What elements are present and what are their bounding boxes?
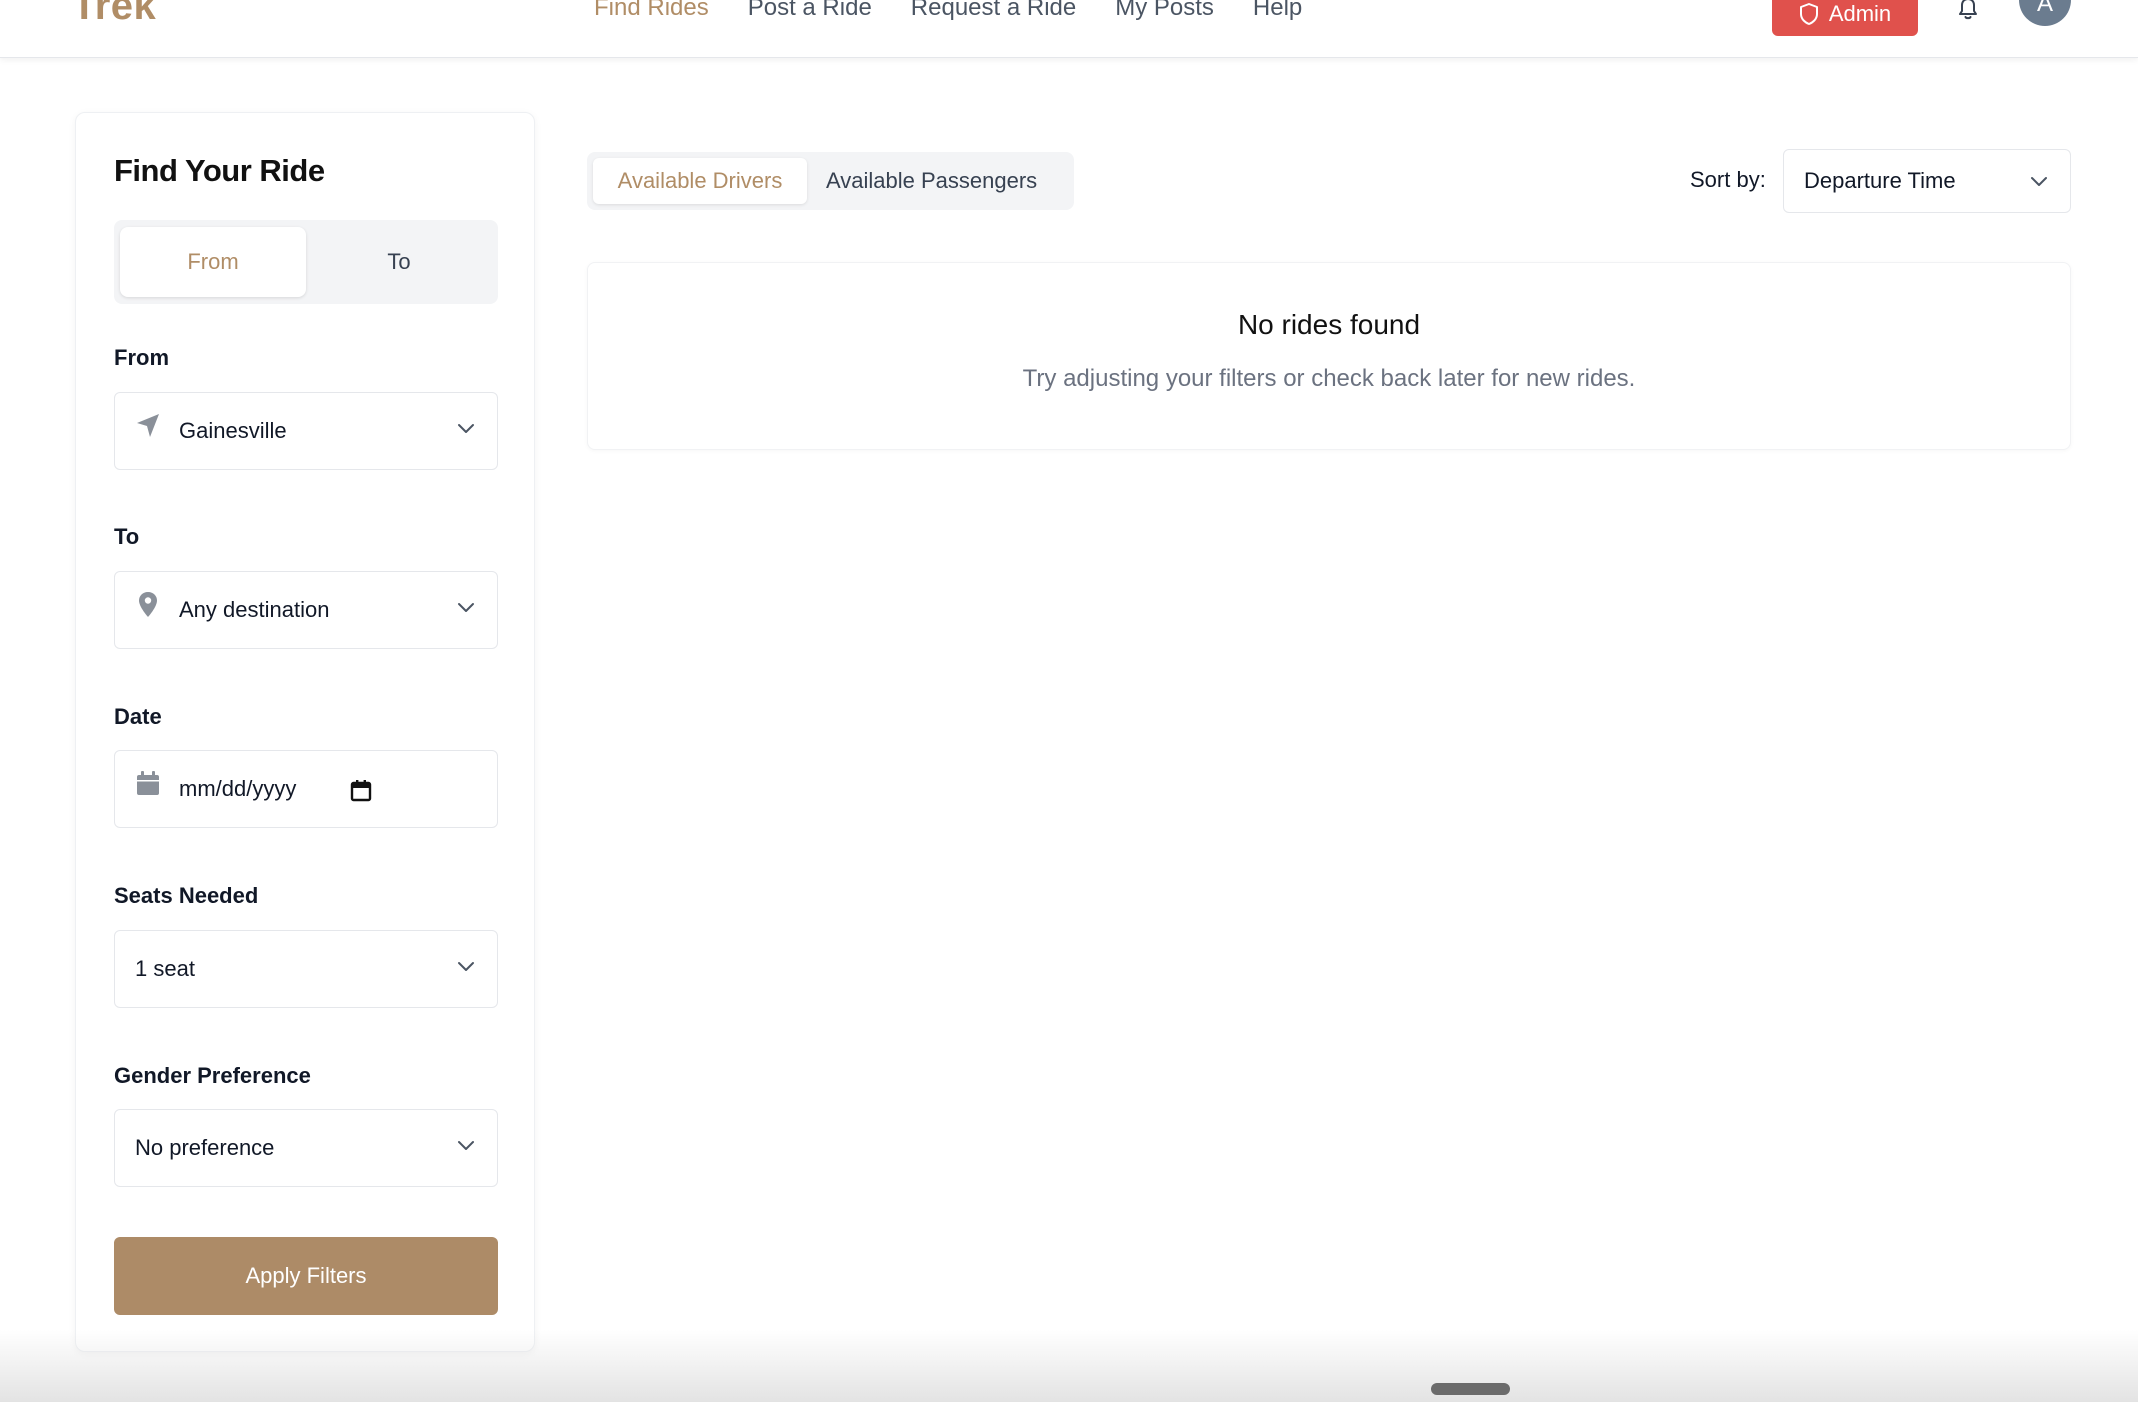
to-label: To (114, 524, 140, 549)
toggle-to[interactable]: To (306, 227, 492, 297)
map-pin-icon (139, 592, 157, 617)
chevron-down-icon (458, 424, 474, 433)
to-value: Any destination (179, 597, 330, 622)
main-nav: Find Rides Post a Ride Request a Ride My… (594, 0, 1302, 22)
filter-sidebar: Find Your Ride From To From Gainesville … (75, 112, 535, 1352)
to-select[interactable]: Any destination (114, 571, 498, 649)
from-select[interactable]: Gainesville (114, 392, 498, 470)
empty-subtitle: Try adjusting your filters or check back… (1022, 365, 1636, 392)
navigation-arrow-icon (137, 414, 159, 437)
nav-my-posts[interactable]: My Posts (1115, 0, 1214, 22)
results-tabs: Available Drivers Available Passengers (587, 152, 1074, 210)
calendar-icon (137, 771, 159, 795)
admin-button[interactable]: Admin (1772, 0, 1918, 36)
bell-icon[interactable] (1954, 0, 1982, 22)
tab-available-drivers[interactable]: Available Drivers (593, 158, 807, 204)
nav-find-rides[interactable]: Find Rides (594, 0, 709, 22)
sort-select[interactable]: Departure Time (1783, 149, 2071, 213)
gender-value: No preference (135, 1135, 275, 1160)
from-to-toggle: From To (114, 220, 498, 304)
top-nav-bar: Trek Find Rides Post a Ride Request a Ri… (0, 0, 2138, 58)
sidebar-title: Find Your Ride (114, 153, 325, 188)
chevron-down-icon (2031, 177, 2047, 186)
seats-value: 1 seat (135, 956, 195, 981)
seats-select[interactable]: 1 seat (114, 930, 498, 1008)
shield-icon (1799, 3, 1818, 25)
bottom-fade (0, 1330, 2138, 1402)
tab-available-passengers[interactable]: Available Passengers (826, 158, 1037, 204)
chevron-down-icon (458, 603, 474, 612)
chevron-down-icon (458, 962, 474, 971)
app-logo[interactable]: Trek (72, 0, 156, 29)
scroll-handle[interactable] (1431, 1383, 1510, 1395)
empty-title: No rides found (1237, 309, 1421, 340)
nav-help[interactable]: Help (1253, 0, 1302, 22)
nav-request-a-ride[interactable]: Request a Ride (911, 0, 1076, 22)
sort-value: Departure Time (1804, 168, 1956, 193)
from-value: Gainesville (179, 418, 287, 443)
calendar-picker-icon[interactable] (350, 778, 372, 802)
user-avatar[interactable]: A (2019, 0, 2071, 26)
date-label: Date (114, 704, 162, 729)
empty-results-card: No rides found Try adjusting your filter… (587, 262, 2071, 450)
chevron-down-icon (458, 1141, 474, 1150)
date-input[interactable]: mm/dd/yyyy (114, 750, 498, 828)
gender-select[interactable]: No preference (114, 1109, 498, 1187)
from-label: From (114, 345, 169, 370)
page: Trek Find Rides Post a Ride Request a Ri… (0, 0, 2138, 1402)
seats-label: Seats Needed (114, 883, 259, 908)
nav-post-a-ride[interactable]: Post a Ride (748, 0, 872, 22)
date-placeholder: mm/dd/yyyy (179, 776, 297, 801)
gender-label: Gender Preference (114, 1063, 311, 1088)
admin-button-label: Admin (1828, 1, 1892, 26)
toggle-from[interactable]: From (120, 227, 306, 297)
apply-filters-button[interactable]: Apply Filters (114, 1237, 498, 1315)
sort-label: Sort by: (1690, 167, 1766, 192)
